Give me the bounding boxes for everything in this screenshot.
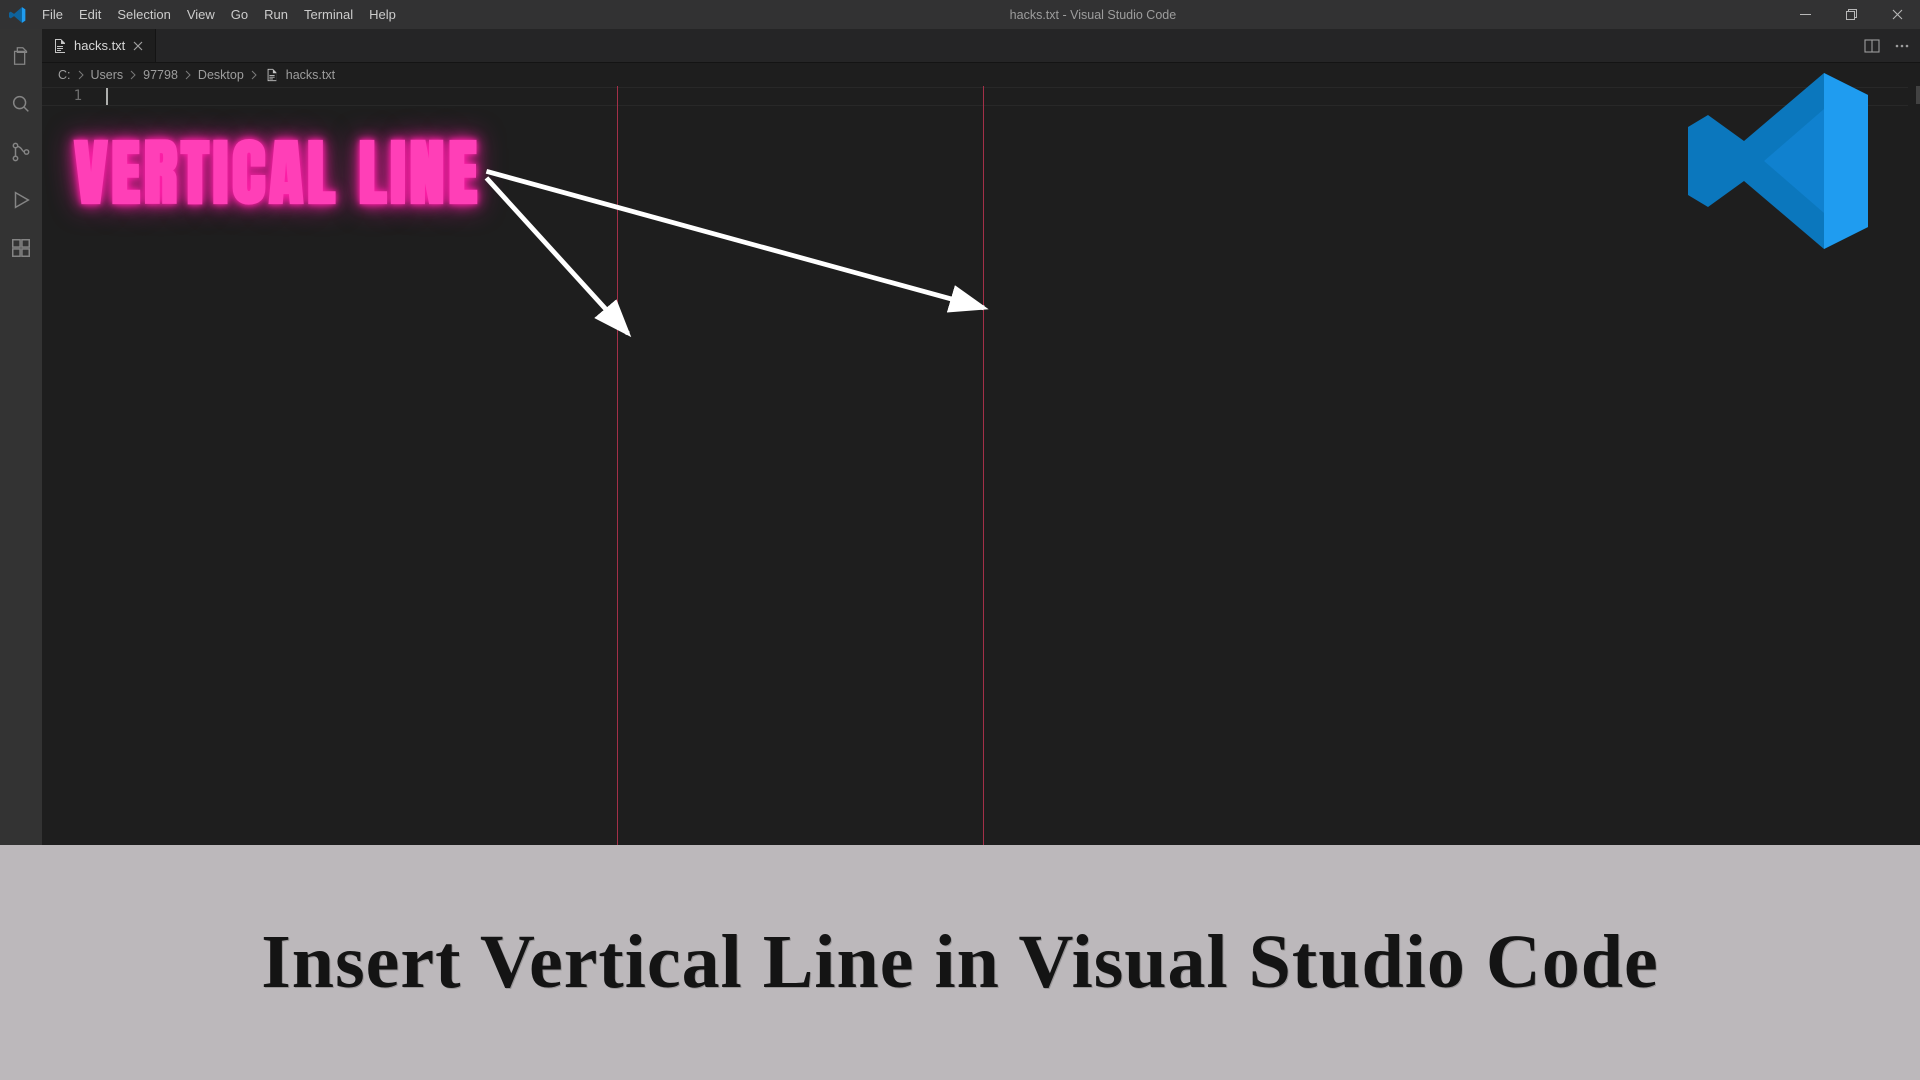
- window-title: hacks.txt - Visual Studio Code: [404, 8, 1782, 22]
- text-file-icon: [52, 38, 68, 54]
- chevron-right-icon: [182, 70, 194, 80]
- workbench: hacks.txt C: Users: [0, 29, 1920, 845]
- menu-terminal[interactable]: Terminal: [296, 0, 361, 29]
- tab-close-icon[interactable]: [131, 39, 145, 53]
- search-icon[interactable]: [0, 87, 42, 121]
- minimize-button[interactable]: [1782, 0, 1828, 29]
- caption-band: Insert Vertical Line in Visual Studio Co…: [0, 845, 1920, 1080]
- menubar: File Edit Selection View Go Run Terminal…: [34, 0, 404, 29]
- chevron-right-icon: [248, 70, 260, 80]
- tabs-spacer: [156, 29, 1854, 62]
- vscode-app-icon: [6, 6, 30, 24]
- breadcrumb-part[interactable]: C:: [58, 68, 71, 82]
- editor-area: hacks.txt C: Users: [42, 29, 1920, 845]
- title-bar: File Edit Selection View Go Run Terminal…: [0, 0, 1920, 29]
- chevron-right-icon: [127, 70, 139, 80]
- menu-edit[interactable]: Edit: [71, 0, 109, 29]
- caption-text: Insert Vertical Line in Visual Studio Co…: [261, 919, 1659, 1006]
- text-cursor: [106, 88, 108, 105]
- maximize-button[interactable]: [1828, 0, 1874, 29]
- breadcrumb-part[interactable]: Users: [91, 68, 124, 82]
- extensions-icon[interactable]: [0, 231, 42, 265]
- explorer-icon[interactable]: [0, 39, 42, 73]
- breadcrumb-file[interactable]: hacks.txt: [286, 68, 335, 82]
- menu-selection[interactable]: Selection: [109, 0, 178, 29]
- editor-body[interactable]: 1: [42, 86, 1920, 845]
- chevron-right-icon: [75, 70, 87, 80]
- close-button[interactable]: [1874, 0, 1920, 29]
- breadcrumb-part[interactable]: Desktop: [198, 68, 244, 82]
- menu-go[interactable]: Go: [223, 0, 256, 29]
- menu-help[interactable]: Help: [361, 0, 404, 29]
- breadcrumbs[interactable]: C: Users 97798 Desktop hacks.txt: [42, 62, 1920, 86]
- split-editor-icon[interactable]: [1862, 36, 1882, 56]
- tab-hacks-txt[interactable]: hacks.txt: [42, 29, 156, 62]
- tab-label: hacks.txt: [74, 38, 125, 53]
- more-actions-icon[interactable]: [1892, 36, 1912, 56]
- line-number: 1: [42, 88, 96, 107]
- window-controls: [1782, 0, 1920, 29]
- run-debug-icon[interactable]: [0, 183, 42, 217]
- minimap-thumb[interactable]: [1916, 86, 1920, 104]
- menu-run[interactable]: Run: [256, 0, 296, 29]
- text-file-icon: [264, 67, 280, 83]
- editor-ruler-2: [983, 86, 984, 845]
- menu-file[interactable]: File: [34, 0, 71, 29]
- source-control-icon[interactable]: [0, 135, 42, 169]
- activity-bar: [0, 29, 42, 845]
- line-number-gutter: 1: [42, 86, 96, 845]
- menu-view[interactable]: View: [179, 0, 223, 29]
- editor-text[interactable]: [106, 88, 1908, 105]
- editor-actions: [1854, 29, 1920, 62]
- breadcrumb-part[interactable]: 97798: [143, 68, 178, 82]
- editor-ruler-1: [617, 86, 618, 845]
- tab-bar: hacks.txt: [42, 29, 1920, 62]
